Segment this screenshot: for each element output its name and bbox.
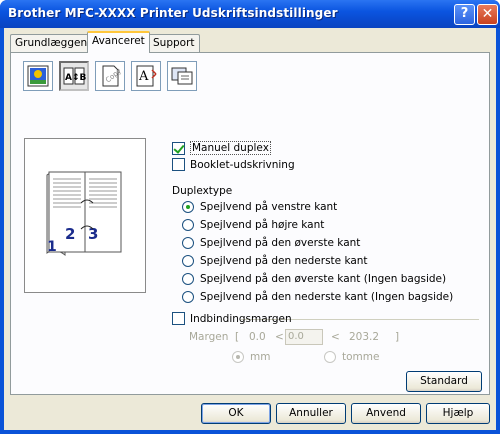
manual-duplex-option[interactable]: Manuel duplex <box>172 141 271 155</box>
duplex-icon: A↕B <box>63 67 87 85</box>
close-button[interactable]: ✕ <box>477 4 498 25</box>
range-lt-1: < <box>275 331 284 343</box>
duplex-radio-bottom[interactable] <box>182 255 194 267</box>
unit-inch-label: tomme <box>342 351 380 363</box>
booklet-checkbox[interactable] <box>172 158 185 171</box>
duplex-radio-right[interactable] <box>182 219 194 231</box>
duplex-choice-top-noback[interactable]: Spejlvend på den øverste kant (Ingen bag… <box>182 273 446 285</box>
preview-page-1: 1 <box>47 239 57 255</box>
booklet-label: Booklet-udskrivning <box>190 158 295 171</box>
range-close: ] <box>395 331 400 343</box>
range-open: [ <box>235 331 240 343</box>
duplex-radio-top-noback[interactable] <box>182 273 194 285</box>
duplex-choice-label: Spejlvend på højre kant <box>200 219 325 231</box>
window-title: Brother MFC-XXXX Printer Udskriftsindsti… <box>8 6 338 20</box>
dialog-body: Grundlæggende Avanceret Support A↕B Copy… <box>4 28 496 430</box>
page-setting-icon: A <box>136 65 157 87</box>
unit-inch-radio[interactable] <box>324 351 336 363</box>
duplex-radio-bottom-noback[interactable] <box>182 291 194 303</box>
margin-label: Margen <box>189 331 229 343</box>
duplex-type-label: Duplextype <box>172 185 233 197</box>
duplex-radio-top[interactable] <box>182 237 194 249</box>
color-icon <box>27 65 49 87</box>
help-title-button[interactable]: ? <box>454 4 475 25</box>
duplex-choice-label: Spejlvend på den nederste kant (Ingen ba… <box>200 291 454 303</box>
range-max: 203.2 <box>349 331 380 343</box>
binding-margin-checkbox[interactable] <box>172 312 185 325</box>
binding-margin-option[interactable]: Indbindingsmargen <box>172 312 292 325</box>
ok-button[interactable]: OK <box>201 403 271 424</box>
standard-button[interactable]: Standard <box>406 371 482 392</box>
device-options-button[interactable] <box>167 61 197 91</box>
duplex-type-heading: Duplextype <box>172 185 232 197</box>
color-settings-button[interactable] <box>23 61 53 91</box>
range-min: 0.0 <box>249 331 266 343</box>
apply-button[interactable]: Anvend <box>351 403 421 424</box>
unit-inch-option[interactable]: tomme <box>324 351 379 363</box>
duplex-choice-bottom-noback[interactable]: Spejlvend på den nederste kant (Ingen ba… <box>182 291 453 303</box>
tab-avanceret[interactable]: Avanceret <box>87 31 150 53</box>
binding-margin-label: Indbindingsmargen <box>190 312 292 325</box>
duplex-choice-top[interactable]: Spejlvend på den øverste kant <box>182 237 360 249</box>
book-preview-image: 1 2 3 <box>46 171 122 257</box>
title-bar[interactable]: Brother MFC-XXXX Printer Udskriftsindsti… <box>0 0 500 28</box>
booklet-option[interactable]: Booklet-udskrivning <box>172 158 295 171</box>
duplex-choice-label: Spejlvend på den nederste kant <box>200 255 368 267</box>
help-button[interactable]: Hjælp <box>426 403 490 424</box>
preview-page-2: 2 <box>65 225 75 243</box>
duplex-choice-left[interactable]: Spejlvend på venstre kant <box>182 201 337 213</box>
duplex-choice-label: Spejlvend på den øverste kant <box>200 237 361 249</box>
duplex-choice-label: Spejlvend på den øverste kant (Ingen bag… <box>200 273 447 285</box>
unit-mm-label: mm <box>250 351 271 363</box>
preview-page-3: 3 <box>88 225 98 243</box>
duplex-preview: 1 2 3 <box>24 138 146 293</box>
watermark-button[interactable]: Copy <box>95 61 125 91</box>
unit-mm-option[interactable]: mm <box>232 351 270 363</box>
advanced-panel: A↕B Copy A 1 2 3 Manuel duplex Booklet-u… <box>10 52 490 395</box>
duplex-settings-button[interactable]: A↕B <box>59 61 89 91</box>
tab-support[interactable]: Support <box>148 34 200 52</box>
manual-duplex-label: Manuel duplex <box>190 141 271 155</box>
cancel-button[interactable]: Annuller <box>276 403 346 424</box>
range-lt-2: < <box>331 331 340 343</box>
margin-row: Margen <box>189 331 228 343</box>
duplex-choice-right[interactable]: Spejlvend på højre kant <box>182 219 324 231</box>
printer-settings-window: Brother MFC-XXXX Printer Udskriftsindsti… <box>0 0 500 434</box>
toolbar-ab-text: A↕B <box>65 73 87 83</box>
unit-mm-radio[interactable] <box>232 351 244 363</box>
manual-duplex-checkbox[interactable] <box>172 141 185 155</box>
toolbar-a-text: A <box>138 69 149 84</box>
margin-value-input[interactable]: 0.0 <box>285 329 323 345</box>
duplex-choice-label: Spejlvend på venstre kant <box>200 201 338 213</box>
duplex-choice-bottom[interactable]: Spejlvend på den nederste kant <box>182 255 368 267</box>
duplex-radio-left[interactable] <box>182 201 194 213</box>
page-setting-button[interactable]: A <box>131 61 161 91</box>
watermark-icon: Copy <box>102 65 123 87</box>
device-options-icon <box>171 67 193 85</box>
